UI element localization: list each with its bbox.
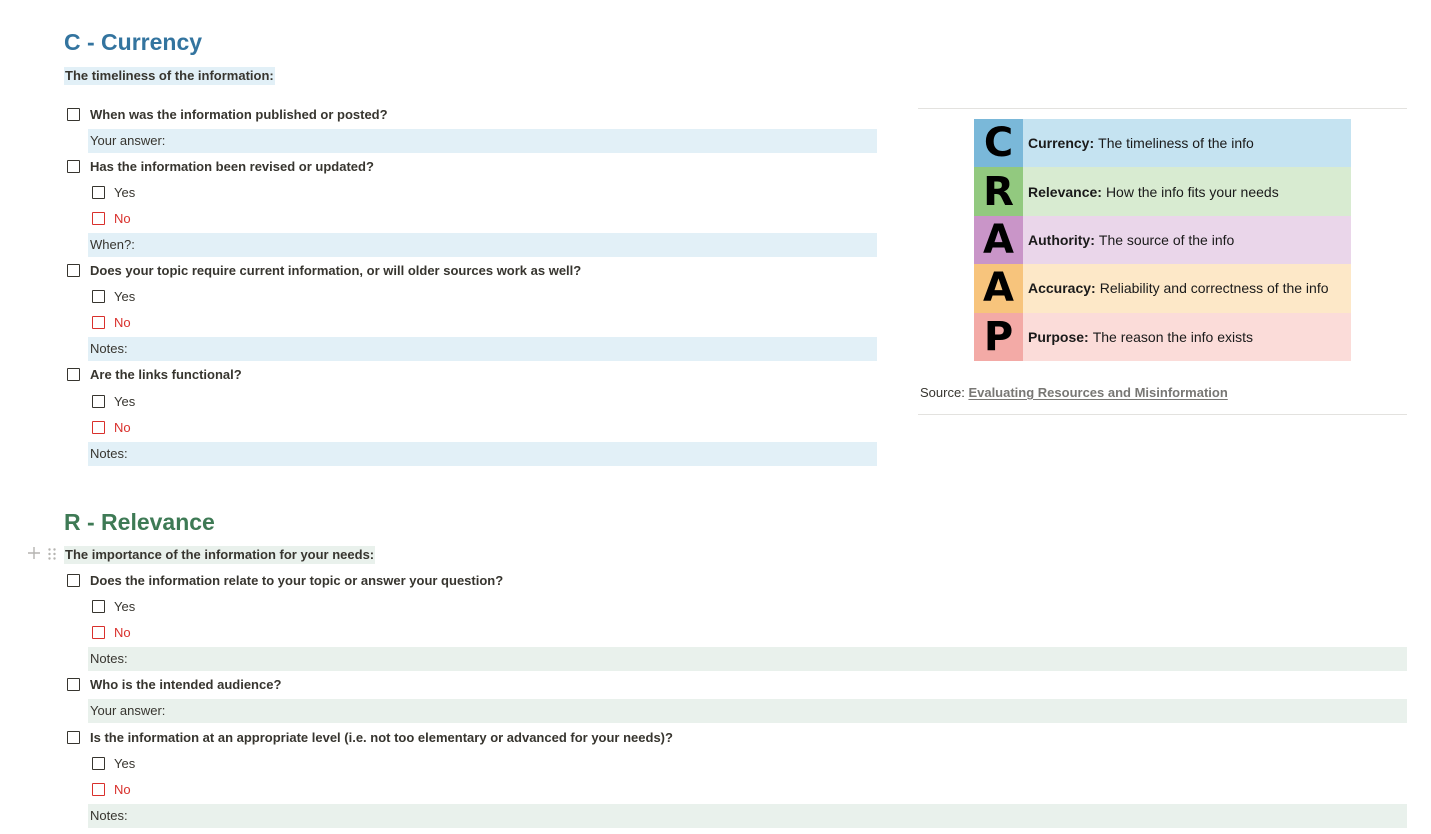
checkbox[interactable]	[92, 289, 105, 303]
relevance-q2[interactable]: Who is the intended audience?	[67, 672, 281, 696]
crap-term-desc: How the info fits your needs	[1105, 183, 1279, 200]
currency-title: C - Currency	[64, 29, 203, 55]
crap-letter: A	[974, 215, 1023, 265]
option-label: Yes	[114, 184, 136, 200]
crap-row: A Authority: The source of the info	[974, 215, 1351, 265]
currency-q2[interactable]: Has the information been revised or upda…	[67, 154, 374, 178]
answer-field[interactable]: When?:	[88, 233, 877, 257]
option-label: No	[114, 624, 131, 640]
crap-term: Currency:	[1028, 135, 1095, 152]
currency-subtitle: The timeliness of the information:	[64, 67, 275, 85]
crap-description: Accuracy: Reliability and correctness of …	[1023, 264, 1351, 313]
checkbox[interactable]	[67, 107, 80, 121]
option-no[interactable]: No	[92, 777, 131, 801]
option-label: No	[114, 419, 131, 435]
currency-q1[interactable]: When was the information published or po…	[67, 102, 388, 126]
crap-term: Accuracy:	[1028, 280, 1096, 297]
source-link[interactable]: Evaluating Resources and Misinformation	[968, 385, 1227, 400]
answer-field[interactable]: Your answer:	[88, 129, 877, 153]
checkbox[interactable]	[92, 625, 105, 639]
option-yes[interactable]: Yes	[92, 751, 135, 775]
divider	[918, 108, 1407, 109]
question-label: Does your topic require current informat…	[90, 262, 582, 278]
crap-row: R Relevance: How the info fits your needs	[974, 167, 1351, 216]
question-label: Does the information relate to your topi…	[90, 572, 504, 588]
crap-image: C Currency: The timeliness of the info R Rel…	[974, 119, 1351, 361]
crap-term-desc: The reason the info exists	[1092, 328, 1253, 345]
currency-q3[interactable]: Does your topic require current informat…	[67, 258, 581, 282]
question-label: Who is the intended audience?	[90, 676, 282, 692]
crap-term-desc: The timeliness of the info	[1098, 135, 1254, 152]
crap-letter: A	[974, 264, 1023, 313]
crap-term: Relevance:	[1028, 183, 1102, 200]
crap-row: A Accuracy: Reliability and correctness of…	[974, 264, 1351, 313]
option-no[interactable]: No	[92, 206, 131, 230]
option-no[interactable]: No	[92, 415, 131, 439]
option-label: Yes	[114, 288, 136, 304]
crap-term-desc: The source of the info	[1098, 231, 1235, 248]
option-yes[interactable]: Yes	[92, 389, 135, 413]
notes-field[interactable]: Notes:	[88, 647, 1407, 671]
crap-row: C Currency: The timeliness of the info	[974, 119, 1351, 168]
option-no[interactable]: No	[92, 620, 131, 644]
source-label: Source:	[920, 385, 965, 400]
crap-term: Purpose:	[1028, 328, 1089, 345]
crap-row: P Purpose: The reason the info exists	[974, 312, 1351, 361]
question-label: When was the information published or po…	[90, 106, 388, 122]
checkbox[interactable]	[92, 185, 105, 199]
option-label: Yes	[114, 393, 136, 409]
drag-handle-icon[interactable]	[47, 547, 57, 566]
relevance-q3[interactable]: Is the information at an appropriate lev…	[67, 725, 673, 749]
checkbox[interactable]	[92, 756, 105, 770]
crap-term-desc: Reliability and correctness of the info	[1099, 280, 1329, 297]
checkbox[interactable]	[92, 394, 105, 408]
relevance-q1[interactable]: Does the information relate to your topi…	[67, 568, 503, 592]
option-yes[interactable]: Yes	[92, 180, 135, 204]
crap-description: Currency: The timeliness of the info	[1023, 119, 1351, 168]
checkbox[interactable]	[92, 420, 105, 434]
checkbox[interactable]	[92, 211, 105, 225]
option-yes[interactable]: Yes	[92, 284, 135, 308]
checkbox[interactable]	[67, 573, 80, 587]
divider	[918, 414, 1407, 415]
option-label: No	[114, 314, 131, 330]
crap-letter: P	[974, 312, 1023, 361]
question-label: Has the information been revised or upda…	[90, 158, 374, 174]
question-label: Are the links functional?	[90, 366, 242, 382]
option-label: No	[114, 210, 131, 226]
crap-description: Relevance: How the info fits your needs	[1023, 167, 1351, 216]
checkbox[interactable]	[67, 263, 80, 277]
plus-icon[interactable]	[27, 546, 41, 565]
option-label: Yes	[114, 598, 136, 614]
notes-field[interactable]: Notes:	[88, 442, 877, 466]
checkbox[interactable]	[92, 782, 105, 796]
checkbox[interactable]	[67, 730, 80, 744]
checkbox[interactable]	[67, 367, 80, 381]
option-label: Yes	[114, 755, 136, 771]
source-caption: Source: Evaluating Resources and Misinfo…	[920, 385, 1228, 400]
checkbox[interactable]	[67, 677, 80, 691]
notes-field[interactable]: Notes:	[88, 337, 877, 361]
checkbox[interactable]	[67, 159, 80, 173]
crap-letter: C	[974, 119, 1023, 168]
answer-field[interactable]: Your answer:	[88, 699, 1407, 723]
crap-description: Purpose: The reason the info exists	[1023, 312, 1351, 361]
option-yes[interactable]: Yes	[92, 594, 135, 618]
checkbox[interactable]	[92, 599, 105, 613]
currency-q4[interactable]: Are the links functional?	[67, 362, 242, 386]
relevance-subtitle: The importance of the information for yo…	[64, 546, 376, 564]
option-no[interactable]: No	[92, 310, 131, 334]
relevance-title: R - Relevance	[64, 509, 215, 535]
checkbox[interactable]	[92, 315, 105, 329]
notes-field[interactable]: Notes:	[88, 804, 1407, 828]
crap-term: Authority:	[1028, 231, 1095, 248]
crap-description: Authority: The source of the info	[1023, 215, 1351, 265]
option-label: No	[114, 781, 131, 797]
crap-letter: R	[974, 167, 1023, 216]
question-label: Is the information at an appropriate lev…	[90, 729, 673, 745]
